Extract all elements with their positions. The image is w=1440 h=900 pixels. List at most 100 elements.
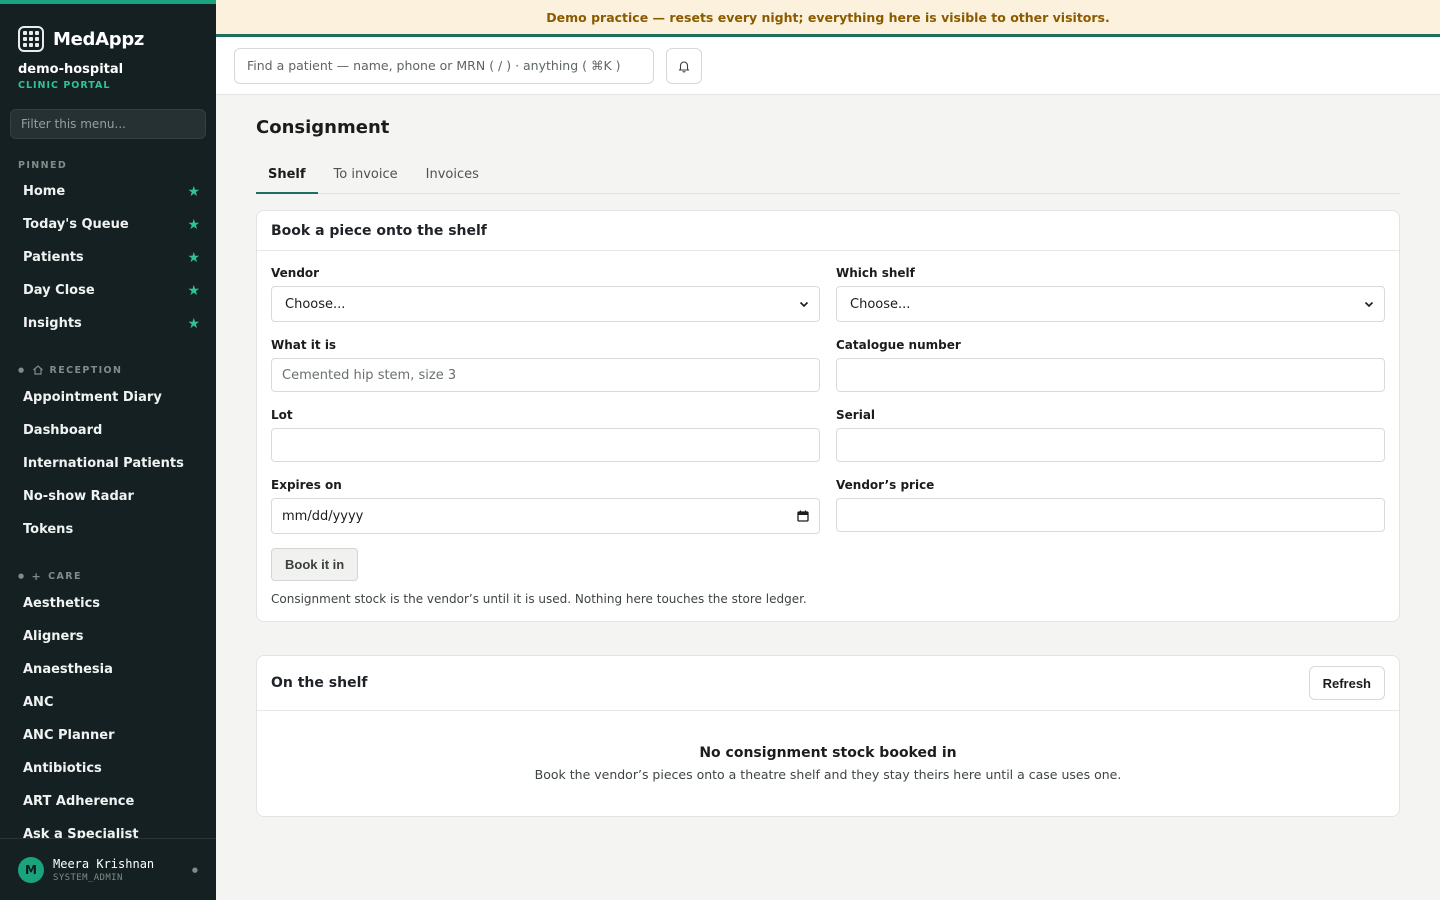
sidebar-item-label: ANC: [23, 695, 54, 710]
brand[interactable]: MedAppz: [0, 4, 216, 60]
what-it-is-input[interactable]: [271, 358, 820, 392]
sidebar-item-label: Patients: [23, 250, 84, 265]
book-piece-title: Book a piece onto the shelf: [257, 211, 1399, 251]
notifications-button[interactable]: [666, 47, 702, 84]
sidebar-item-label: Aligners: [23, 629, 84, 644]
refresh-button[interactable]: Refresh: [1308, 666, 1385, 700]
care-section-label: CARE: [48, 570, 82, 582]
main-content: Consignment Shelf To invoice Invoices Bo…: [256, 95, 1400, 817]
tab-invoices[interactable]: Invoices: [414, 156, 491, 193]
sidebar-item-label: Home: [23, 184, 66, 199]
sidebar-item-antibiotics[interactable]: Antibiotics: [0, 752, 216, 785]
reception-group-toggle[interactable]: ● RECEPTION: [0, 363, 216, 377]
empty-state: No consignment stock booked in Book the …: [257, 711, 1399, 816]
pinned-section-label: PINNED: [18, 159, 68, 171]
tab-bar: Shelf To invoice Invoices: [256, 156, 1400, 194]
chevron-down-icon: [1364, 301, 1374, 308]
star-icon[interactable]: ★: [187, 184, 200, 200]
sidebar-item-dashboard[interactable]: Dashboard: [0, 414, 216, 447]
calendar-icon[interactable]: [797, 510, 809, 522]
vendor-select[interactable]: Choose...: [271, 286, 820, 322]
book-piece-card: Book a piece onto the shelf Vendor Choos…: [256, 210, 1400, 622]
expires-on-label: Expires on: [271, 478, 342, 492]
sidebar-item-label: ART Adherence: [23, 794, 135, 809]
vendor-select-value: Choose...: [285, 296, 346, 312]
sidebar-item-patients[interactable]: Patients ★: [0, 241, 216, 274]
sidebar-item-art-adherence[interactable]: ART Adherence: [0, 785, 216, 818]
shelf-label: Which shelf: [836, 266, 915, 280]
avatar: M: [18, 856, 44, 883]
star-icon[interactable]: ★: [187, 316, 200, 332]
sidebar-item-label: No-show Radar: [23, 489, 134, 504]
tenant-info: demo-hospital CLINIC PORTAL: [0, 60, 216, 91]
star-icon[interactable]: ★: [187, 283, 200, 299]
tab-to-invoice[interactable]: To invoice: [322, 156, 410, 193]
vendor-price-input[interactable]: [836, 498, 1385, 532]
serial-input[interactable]: [836, 428, 1385, 462]
sidebar-item-insights[interactable]: Insights ★: [0, 307, 216, 340]
sidebar-item-anc-planner[interactable]: ANC Planner: [0, 719, 216, 752]
on-the-shelf-card: On the shelf Refresh No consignment stoc…: [256, 655, 1400, 817]
user-role: SYSTEM_ADMIN: [53, 872, 123, 883]
expires-on-date-input[interactable]: mm/dd/yyyy: [271, 498, 820, 534]
what-it-is-label: What it is: [271, 338, 337, 352]
sidebar: MedAppz demo-hospital CLINIC PORTAL PINN…: [0, 0, 216, 900]
empty-state-title: No consignment stock booked in: [699, 745, 957, 761]
reception-list: Appointment Diary Dashboard Internationa…: [0, 381, 216, 546]
shelf-select[interactable]: Choose...: [836, 286, 1385, 322]
sidebar-item-day-close[interactable]: Day Close ★: [0, 274, 216, 307]
user-menu[interactable]: M Meera Krishnan SYSTEM_ADMIN ●: [0, 838, 216, 900]
sidebar-item-label: Insights: [23, 316, 82, 331]
book-it-in-button[interactable]: Book it in: [271, 548, 359, 581]
serial-label: Serial: [836, 408, 876, 422]
sidebar-item-label: Day Close: [23, 283, 95, 298]
sidebar-item-no-show-radar[interactable]: No-show Radar: [0, 480, 216, 513]
sidebar-item-label: Dashboard: [23, 423, 103, 438]
demo-banner: Demo practice — resets every night; ever…: [216, 0, 1440, 37]
user-name: Meera Krishnan: [53, 856, 155, 871]
care-group-toggle[interactable]: ● + CARE: [0, 569, 216, 583]
star-icon[interactable]: ★: [187, 217, 200, 233]
sidebar-item-label: ANC Planner: [23, 728, 115, 743]
sidebar-item-anaesthesia[interactable]: Anaesthesia: [0, 653, 216, 686]
sidebar-item-label: Appointment Diary: [23, 390, 162, 405]
sidebar-item-label: Aesthetics: [23, 596, 101, 611]
sidebar-item-aesthetics[interactable]: Aesthetics: [0, 587, 216, 620]
shelf-select-value: Choose...: [850, 296, 911, 312]
consignment-help-text: Consignment stock is the vendor’s until …: [271, 592, 807, 606]
sidebar-item-home[interactable]: Home ★: [0, 175, 216, 208]
reception-section-label: RECEPTION: [49, 364, 123, 376]
bell-icon: [678, 60, 690, 73]
sidebar-item-anc[interactable]: ANC: [0, 686, 216, 719]
brand-logo-icon: [18, 26, 44, 52]
sidebar-item-international-patients[interactable]: International Patients: [0, 447, 216, 480]
tab-shelf[interactable]: Shelf: [256, 156, 318, 194]
page-title: Consignment: [256, 117, 390, 138]
bullet-icon: ●: [18, 572, 26, 580]
sidebar-item-appointment-diary[interactable]: Appointment Diary: [0, 381, 216, 414]
tenant-name: demo-hospital: [18, 62, 124, 77]
sidebar-item-aligners[interactable]: Aligners: [0, 620, 216, 653]
pinned-list: Home ★ Today's Queue ★ Patients ★ Day Close…: [0, 175, 216, 340]
bullet-icon: ●: [18, 366, 26, 374]
catalogue-number-input[interactable]: [836, 358, 1385, 392]
star-icon[interactable]: ★: [187, 250, 200, 266]
vendor-label: Vendor: [271, 266, 320, 280]
plus-icon: +: [31, 569, 43, 583]
patient-search-input[interactable]: [234, 47, 654, 84]
chevron-down-icon: [799, 301, 809, 308]
topbar: [216, 37, 1440, 95]
sidebar-item-tokens[interactable]: Tokens: [0, 513, 216, 546]
user-info: Meera Krishnan SYSTEM_ADMIN: [53, 857, 154, 883]
sidebar-item-todays-queue[interactable]: Today's Queue ★: [0, 208, 216, 241]
tenant-subtitle: CLINIC PORTAL: [18, 80, 111, 91]
expires-on-value: mm/dd/yyyy: [282, 508, 364, 524]
sidebar-item-label: Today's Queue: [23, 217, 129, 232]
care-list: Aesthetics Aligners Anaesthesia ANC ANC …: [0, 587, 216, 851]
sidebar-item-label: Tokens: [23, 522, 74, 537]
on-the-shelf-header: On the shelf Refresh: [257, 656, 1399, 711]
sidebar-item-label: Anaesthesia: [23, 662, 113, 677]
menu-filter-input[interactable]: [10, 109, 206, 139]
lot-input[interactable]: [271, 428, 820, 462]
home-icon: [32, 365, 43, 375]
